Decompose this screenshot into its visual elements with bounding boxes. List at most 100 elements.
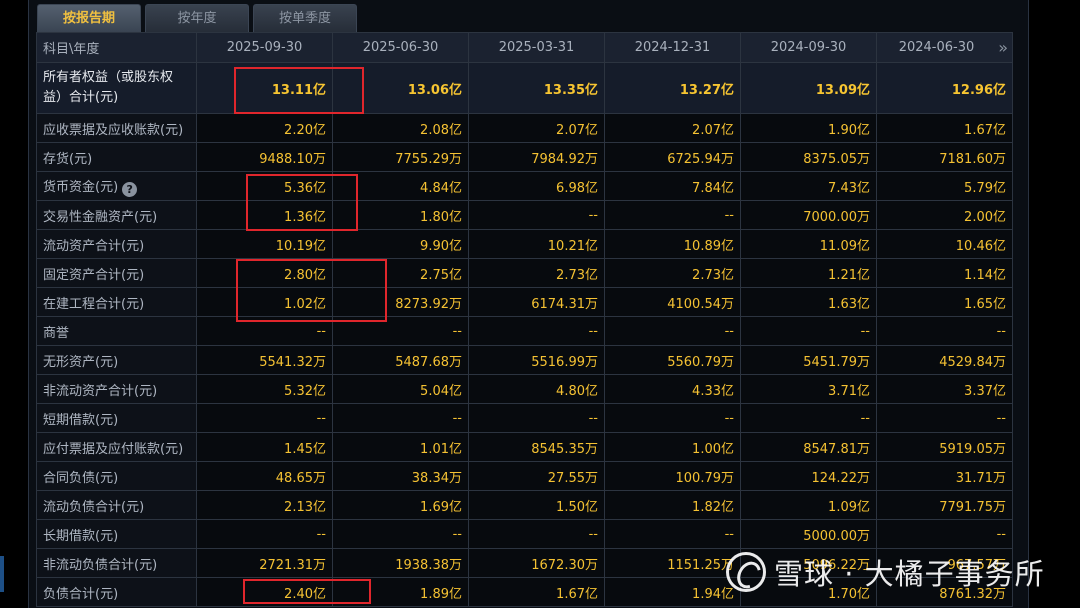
row-label-text: 货币资金(元)	[43, 179, 119, 195]
table-cell-value: 4.84亿	[332, 171, 469, 201]
table-cell-value: 6.98亿	[468, 171, 605, 201]
watermark: 雪球 · 大橘子事务所	[726, 550, 1045, 594]
table-cell-value: --	[468, 403, 605, 433]
table-cell-value: 2.13亿	[196, 490, 333, 520]
row-label: 流动资产合计(元)	[36, 229, 197, 259]
table-row[interactable]: 存货(元) 9488.10万 7755.29万 7984.92万 6725.94万 837…	[36, 142, 1013, 172]
row-label: 交易性金融资产(元)	[36, 200, 197, 230]
table-cell-value: 8545.35万	[468, 432, 605, 462]
table-cell-value: 2.08亿	[332, 113, 469, 143]
row-label-text: 非流动负债合计(元)	[43, 557, 158, 573]
table-cell-value: 10.21亿	[468, 229, 605, 259]
table-row[interactable]: 无形资产(元) 5541.32万 5487.68万 5516.99万 5560.79万 5…	[36, 345, 1013, 375]
table-cell-value: 5.32亿	[196, 374, 333, 404]
row-label: 非流动负债合计(元)	[36, 548, 197, 578]
table-cell-value: 13.35亿	[468, 62, 605, 114]
row-label-text: 在建工程合计(元)	[43, 296, 145, 312]
column-header-period[interactable]: 2025-09-30	[196, 32, 333, 63]
table-cell-value: 1.89亿	[332, 577, 469, 607]
row-label-text: 流动负债合计(元)	[43, 499, 145, 515]
table-row[interactable]: 商誉 -- -- -- -- -- --	[36, 316, 1013, 346]
table-cell-value: 3.37亿	[876, 374, 1013, 404]
table-cell-value: 1.50亿	[468, 490, 605, 520]
table-cell-value: 7791.75万	[876, 490, 1013, 520]
table-cell-value: 1.69亿	[332, 490, 469, 520]
table-cell-value: 2.75亿	[332, 258, 469, 288]
row-label-text: 存货(元)	[43, 151, 93, 167]
column-header-period[interactable]: 2024-09-30	[740, 32, 877, 63]
row-label: 应收票据及应收账款(元)	[36, 113, 197, 143]
table-row[interactable]: 货币资金(元)? 5.36亿 4.84亿 6.98亿 7.84亿 7.43亿 5.79亿	[36, 171, 1013, 201]
table-cell-value: 31.71万	[876, 461, 1013, 491]
table-row[interactable]: 应收票据及应收账款(元) 2.20亿 2.08亿 2.07亿 2.07亿 1.90亿 1.6…	[36, 113, 1013, 143]
table-row[interactable]: 流动负债合计(元) 2.13亿 1.69亿 1.50亿 1.82亿 1.09亿 7791.7…	[36, 490, 1013, 520]
table-cell-value: 1.90亿	[740, 113, 877, 143]
table-row[interactable]: 固定资产合计(元) 2.80亿 2.75亿 2.73亿 2.73亿 1.21亿 1.14亿	[36, 258, 1013, 288]
table-cell-value: 1.65亿	[876, 287, 1013, 317]
row-label-text: 长期借款(元)	[43, 528, 119, 544]
table-cell-value: 13.11亿	[196, 62, 333, 114]
row-label-text: 商誉	[43, 325, 70, 341]
table-row[interactable]: 应付票据及应付账款(元) 1.45亿 1.01亿 8545.35万 1.00亿 8547.…	[36, 432, 1013, 462]
table-cell-value: 7181.60万	[876, 142, 1013, 172]
table-header-row: 科目\年度 2025-09-30 2025-06-30 2025-03-31 2…	[36, 32, 1013, 63]
xueqiu-logo-icon	[726, 552, 766, 592]
table-cell-value: 2.73亿	[468, 258, 605, 288]
side-indicator	[0, 556, 4, 592]
table-cell-value: 2.00亿	[876, 200, 1013, 230]
table-cell-value: 27.55万	[468, 461, 605, 491]
tab-by-year[interactable]: 按年度	[145, 4, 249, 32]
column-header-subject: 科目\年度	[36, 32, 197, 63]
table-row[interactable]: 流动资产合计(元) 10.19亿 9.90亿 10.21亿 10.89亿 11.09亿 10…	[36, 229, 1013, 259]
table-cell-value: 124.22万	[740, 461, 877, 491]
row-label: 存货(元)	[36, 142, 197, 172]
period-tabs: 按报告期 按年度 按单季度	[37, 4, 361, 32]
row-label: 应付票据及应付账款(元)	[36, 432, 197, 462]
table-cell-value: 13.09亿	[740, 62, 877, 114]
row-label-text: 无形资产(元)	[43, 354, 119, 370]
tab-by-report-period[interactable]: 按报告期	[37, 4, 141, 32]
table-cell-value: 100.79万	[604, 461, 741, 491]
row-label-text: 非流动资产合计(元)	[43, 383, 158, 399]
table-cell-value: 4.33亿	[604, 374, 741, 404]
table-cell-value: 4529.84万	[876, 345, 1013, 375]
table-cell-value: --	[468, 200, 605, 230]
table-cell-value: --	[196, 519, 333, 549]
table-row[interactable]: 交易性金融资产(元) 1.36亿 1.80亿 -- -- 7000.00万 2.00亿	[36, 200, 1013, 230]
table-row[interactable]: 短期借款(元) -- -- -- -- -- --	[36, 403, 1013, 433]
table-cell-value: 13.06亿	[332, 62, 469, 114]
table-cell-value: --	[740, 403, 877, 433]
tab-by-quarter[interactable]: 按单季度	[253, 4, 357, 32]
financial-table-panel: 按报告期 按年度 按单季度 科目\年度 2025-09-30 2025-06-3…	[28, 0, 1029, 608]
double-chevron-right-icon[interactable]: »	[998, 33, 1008, 63]
row-label: 所有者权益（或股东权益）合计(元)	[36, 62, 197, 114]
table-cell-value: 5516.99万	[468, 345, 605, 375]
table-cell-value: --	[876, 316, 1013, 346]
table-cell-value: 7000.00万	[740, 200, 877, 230]
table-cell-value: 1.36亿	[196, 200, 333, 230]
table-cell-value: 10.46亿	[876, 229, 1013, 259]
table-cell-value: 6174.31万	[468, 287, 605, 317]
row-label-text: 固定资产合计(元)	[43, 267, 145, 283]
table-row[interactable]: 长期借款(元) -- -- -- -- 5000.00万 --	[36, 519, 1013, 549]
table-cell-value: 5919.05万	[876, 432, 1013, 462]
table-cell-value: 3.71亿	[740, 374, 877, 404]
column-header-period[interactable]: 2025-06-30	[332, 32, 469, 63]
row-label: 合同负债(元)	[36, 461, 197, 491]
table-row[interactable]: 合同负债(元) 48.65万 38.34万 27.55万 100.79万 124.22万 3…	[36, 461, 1013, 491]
table-row[interactable]: 在建工程合计(元) 1.02亿 8273.92万 6174.31万 4100.54万 1.…	[36, 287, 1013, 317]
table-row[interactable]: 非流动资产合计(元) 5.32亿 5.04亿 4.80亿 4.33亿 3.71亿 3.37亿	[36, 374, 1013, 404]
column-header-period[interactable]: 2024-12-31	[604, 32, 741, 63]
table-cell-value: --	[604, 316, 741, 346]
row-label: 在建工程合计(元)	[36, 287, 197, 317]
column-header-period[interactable]: 2025-03-31	[468, 32, 605, 63]
table-cell-value: 7755.29万	[332, 142, 469, 172]
balance-sheet-table: 科目\年度 2025-09-30 2025-06-30 2025-03-31 2…	[36, 32, 1013, 607]
table-cell-value: 2.40亿	[196, 577, 333, 607]
table-row[interactable]: 所有者权益（或股东权益）合计(元) 13.11亿 13.06亿 13.35亿 13.27…	[36, 62, 1013, 114]
help-icon[interactable]: ?	[122, 181, 138, 197]
table-cell-value: --	[468, 316, 605, 346]
table-cell-value: 4100.54万	[604, 287, 741, 317]
table-cell-value: 1.82亿	[604, 490, 741, 520]
column-header-period[interactable]: 2024-06-30 »	[876, 32, 1013, 63]
